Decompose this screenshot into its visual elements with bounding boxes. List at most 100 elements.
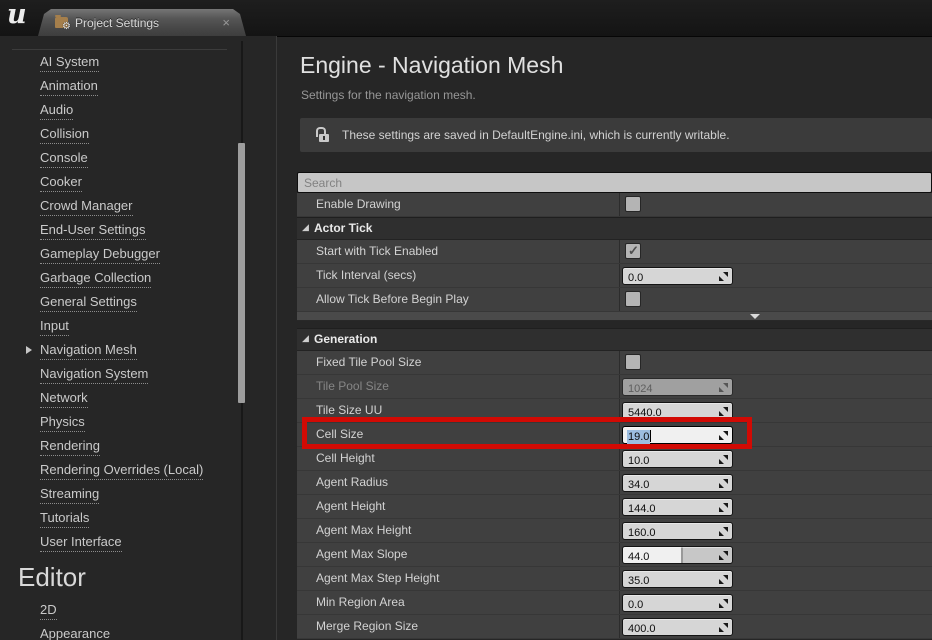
checkbox-enable-drawing[interactable] <box>625 196 641 212</box>
sidebar-item-garbage-collection[interactable]: Garbage Collection <box>0 266 238 290</box>
property-label: Agent Max Slope <box>316 543 407 566</box>
property-label: Agent Height <box>316 495 385 518</box>
show-advanced-bar[interactable] <box>297 312 932 321</box>
number-field-tick-interval-secs[interactable]: 0.0 <box>622 267 733 285</box>
search-input[interactable] <box>297 172 932 193</box>
tab-project-settings[interactable]: Project Settings × <box>38 9 246 36</box>
property-value-cell <box>619 240 932 263</box>
property-row-allow-tick-before-begin-play: Allow Tick Before Begin Play <box>297 288 932 312</box>
sidebar-item-appearance[interactable]: Appearance <box>0 622 238 640</box>
field-value: 35.0 <box>623 573 649 589</box>
property-row-fixed-tile-pool-size: Fixed Tile Pool Size <box>297 351 932 375</box>
field-value: 10.0 <box>623 453 649 469</box>
collapse-arrow-icon[interactable] <box>302 329 309 349</box>
field-value: 400.0 <box>623 621 656 637</box>
property-row-tile-pool-size: Tile Pool Size1024 <box>297 375 932 399</box>
sidebar-item-tutorials[interactable]: Tutorials <box>0 506 238 530</box>
category-row-generation[interactable]: Generation <box>297 328 932 351</box>
property-label: Allow Tick Before Begin Play <box>316 288 469 311</box>
sidebar-item-navigation-system[interactable]: Navigation System <box>0 362 238 386</box>
checkbox-start-with-tick-enabled[interactable] <box>625 243 641 259</box>
expand-advanced-icon <box>750 314 760 319</box>
sidebar-item-collision[interactable]: Collision <box>0 122 238 146</box>
sidebar-item-console[interactable]: Console <box>0 146 238 170</box>
property-label: Agent Radius <box>316 471 388 494</box>
field-value: 44.0 <box>623 549 649 565</box>
sidebar-section-editor: Editor <box>0 554 238 598</box>
sidebar-item-navigation-mesh[interactable]: Navigation Mesh <box>0 338 238 362</box>
value-drag-icon[interactable] <box>719 479 728 488</box>
sidebar-item-2d[interactable]: 2D <box>0 598 238 622</box>
sidebar-item-crowd-manager[interactable]: Crowd Manager <box>0 194 238 218</box>
property-row-enable-drawing: Enable Drawing <box>297 193 932 217</box>
property-value-cell: 144.0 <box>619 495 932 518</box>
field-value: 144.0 <box>623 501 656 517</box>
number-field-agent-height[interactable]: 144.0 <box>622 498 733 516</box>
sidebar-item-general-settings[interactable]: General Settings <box>0 290 238 314</box>
property-value-cell: 160.0 <box>619 519 932 542</box>
sidebar-item-rendering-overrides-local[interactable]: Rendering Overrides (Local) <box>0 458 238 482</box>
property-value-cell <box>619 288 932 311</box>
value-drag-icon[interactable] <box>719 551 728 560</box>
value-drag-icon[interactable] <box>719 407 728 416</box>
property-label: Min Region Area <box>316 591 405 614</box>
tab-close-icon[interactable]: × <box>222 16 230 29</box>
number-field-merge-region-size[interactable]: 400.0 <box>622 618 733 636</box>
sidebar-item-rendering[interactable]: Rendering <box>0 434 238 458</box>
property-value-cell <box>619 193 932 216</box>
sidebar-item-animation[interactable]: Animation <box>0 74 238 98</box>
sidebar-item-end-user-settings[interactable]: End-User Settings <box>0 218 238 242</box>
value-drag-icon[interactable] <box>719 503 728 512</box>
property-row-merge-region-size: Merge Region Size400.0 <box>297 615 932 639</box>
sidebar-item-streaming[interactable]: Streaming <box>0 482 238 506</box>
sidebar-item-physics[interactable]: Physics <box>0 410 238 434</box>
property-value-cell: 0.0 <box>619 264 932 287</box>
value-drag-icon[interactable] <box>719 527 728 536</box>
sidebar-item-input[interactable]: Input <box>0 314 238 338</box>
property-row-tick-interval-secs: Tick Interval (secs)0.0 <box>297 264 932 288</box>
property-value-cell: 0.0 <box>619 591 932 614</box>
title-bar: u Project Settings × <box>0 0 932 37</box>
field-value: 160.0 <box>623 525 656 541</box>
field-value: 0.0 <box>623 597 643 613</box>
number-field-agent-max-slope[interactable]: 44.0 <box>622 546 733 564</box>
config-file-notice: These settings are saved in DefaultEngin… <box>300 118 932 152</box>
value-drag-icon[interactable] <box>719 272 728 281</box>
property-label: Cell Height <box>316 447 375 470</box>
value-drag-icon[interactable] <box>719 455 728 464</box>
sidebar-scrollbar-thumb[interactable] <box>238 143 245 403</box>
property-label: Start with Tick Enabled <box>316 240 438 263</box>
sidebar-item-cooker[interactable]: Cooker <box>0 170 238 194</box>
property-row-agent-max-slope: Agent Max Slope 44.0 <box>297 543 932 567</box>
value-drag-icon[interactable] <box>719 599 728 608</box>
sidebar-item-ai-system[interactable]: AI System <box>0 50 238 74</box>
value-drag-icon[interactable] <box>719 575 728 584</box>
property-value-cell: 34.0 <box>619 471 932 494</box>
checkbox-allow-tick-before-begin-play[interactable] <box>625 291 641 307</box>
checkbox-fixed-tile-pool-size[interactable] <box>625 354 641 370</box>
sidebar-item-gameplay-debugger[interactable]: Gameplay Debugger <box>0 242 238 266</box>
property-value-cell: 400.0 <box>619 615 932 638</box>
category-row-actor-tick[interactable]: Actor Tick <box>297 217 932 240</box>
property-label: Agent Max Height <box>316 519 411 542</box>
unreal-logo-icon: u <box>7 0 27 30</box>
property-label: Fixed Tile Pool Size <box>316 351 421 374</box>
property-value-cell: 44.0 <box>619 543 932 566</box>
number-field-agent-max-step-height[interactable]: 35.0 <box>622 570 733 588</box>
value-drag-icon[interactable] <box>719 623 728 632</box>
number-field-agent-max-height[interactable]: 160.0 <box>622 522 733 540</box>
number-field-agent-radius[interactable]: 34.0 <box>622 474 733 492</box>
collapse-arrow-icon[interactable] <box>302 218 309 238</box>
sidebar-item-audio[interactable]: Audio <box>0 98 238 122</box>
notice-text: These settings are saved in DefaultEngin… <box>342 128 730 142</box>
sidebar-engine-list: AI SystemAnimationAudioCollisionConsoleC… <box>0 50 238 640</box>
property-value-cell: 35.0 <box>619 567 932 590</box>
sidebar-item-user-interface[interactable]: User Interface <box>0 530 238 554</box>
number-field-min-region-area[interactable]: 0.0 <box>622 594 733 612</box>
sidebar-item-network[interactable]: Network <box>0 386 238 410</box>
number-field-cell-height[interactable]: 10.0 <box>622 450 733 468</box>
category-label: Generation <box>314 329 377 350</box>
annotation-highlight-box <box>302 417 752 449</box>
property-value-cell <box>619 351 932 374</box>
property-value-cell: 1024 <box>619 375 932 398</box>
